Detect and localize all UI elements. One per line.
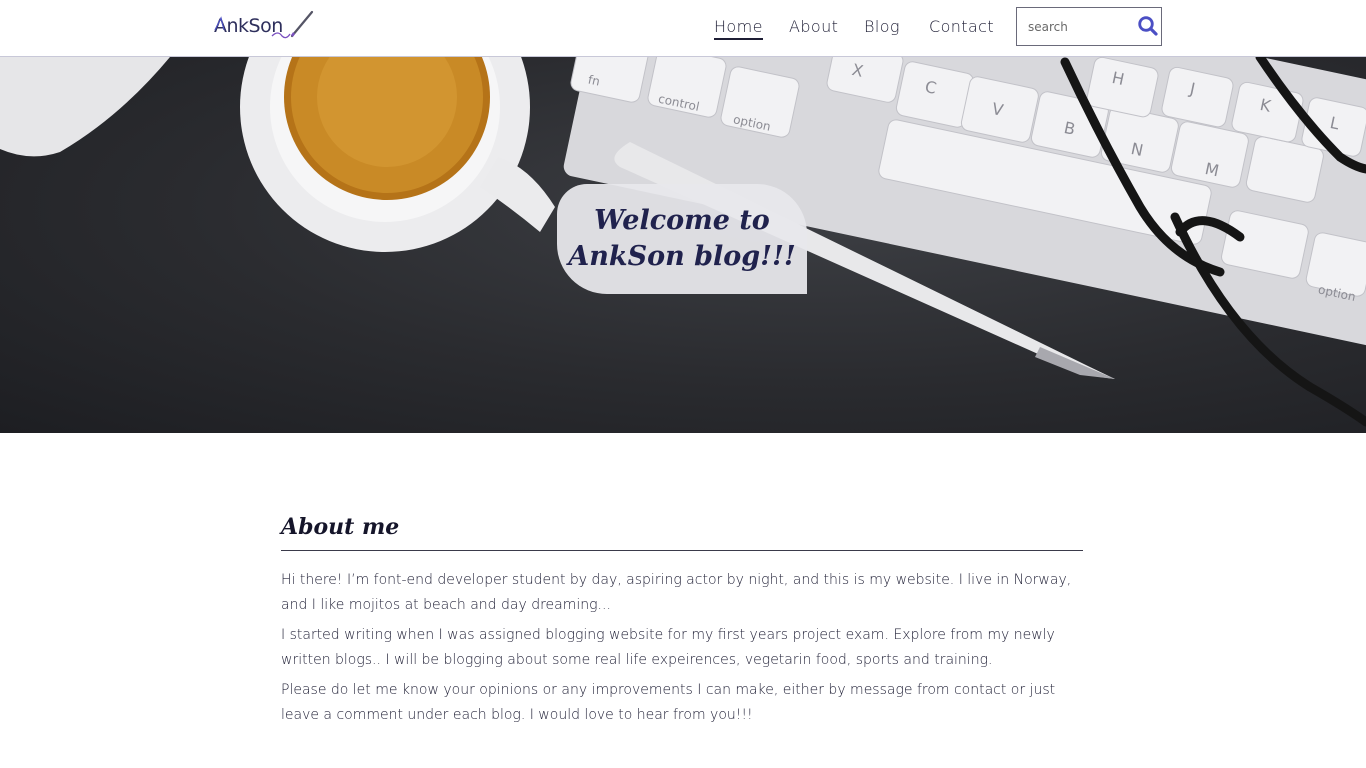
site-header: AnkSon Home About Blog Contact bbox=[0, 0, 1366, 57]
about-paragraph: I started writing when I was assigned bl… bbox=[281, 627, 1055, 668]
about-paragraph: Hi there! I’m font-end developer student… bbox=[281, 572, 1072, 613]
about-section: About me Hi there! I’m font-end develope… bbox=[281, 512, 1083, 733]
welcome-title-line1: Welcome to bbox=[594, 205, 770, 236]
search-input[interactable] bbox=[1017, 8, 1135, 45]
nav-home[interactable]: Home bbox=[714, 17, 763, 40]
about-paragraph: Please do let me know your opinions or a… bbox=[281, 682, 1056, 723]
search-box bbox=[1016, 7, 1162, 46]
about-title: About me bbox=[281, 512, 1083, 551]
nav-blog[interactable]: Blog bbox=[864, 17, 900, 36]
nav-about[interactable]: About bbox=[789, 17, 838, 36]
search-icon[interactable] bbox=[1136, 14, 1160, 38]
welcome-title-line2: AnkSon blog!!! bbox=[568, 241, 796, 272]
hero-banner: fn control option X C V B N M H J K L op… bbox=[0, 57, 1366, 433]
nav-contact[interactable]: Contact bbox=[929, 17, 994, 36]
welcome-card: Welcome to AnkSon blog!!! bbox=[557, 184, 807, 294]
